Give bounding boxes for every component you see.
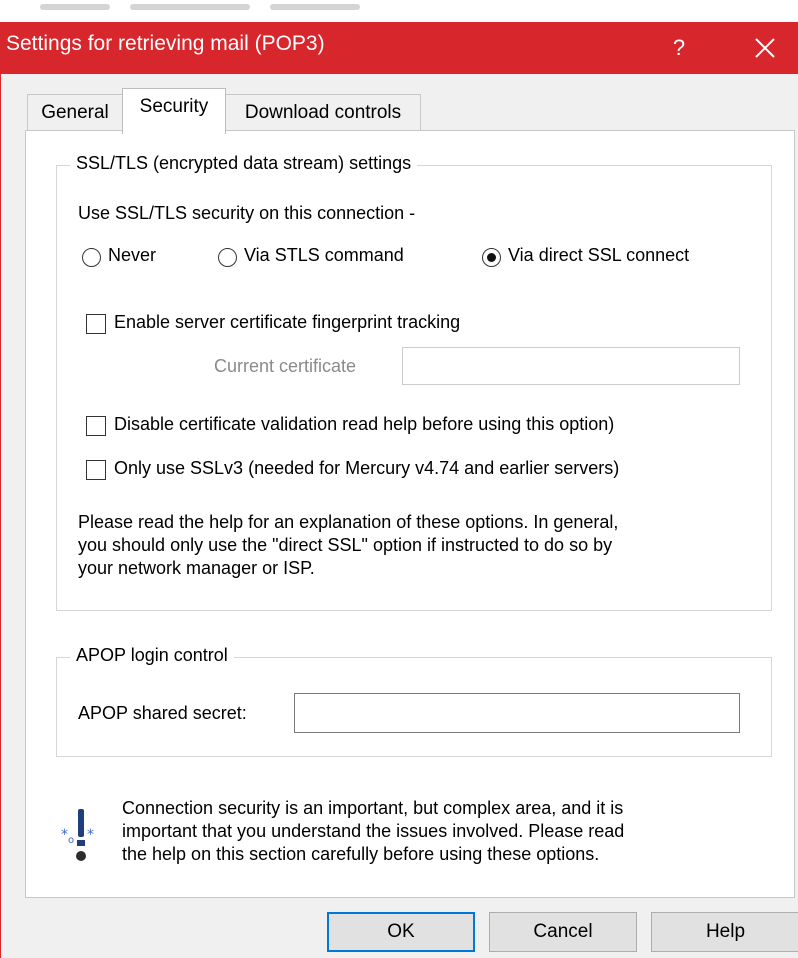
blurred-text xyxy=(40,4,110,10)
current-certificate-label: Current certificate xyxy=(214,356,357,376)
close-icon xyxy=(755,38,775,58)
apop-secret-input[interactable] xyxy=(294,693,740,733)
sslv3-only-label[interactable]: Only use SSLv3 (needed for Mercury v4.74… xyxy=(114,458,619,479)
radio-stls-circle[interactable] xyxy=(218,248,237,267)
radio-never-circle[interactable] xyxy=(82,248,101,267)
security-tab-panel: SSL/TLS (encrypted data stream) settings… xyxy=(25,130,795,898)
window-title: Settings for retrieving mail (POP3) xyxy=(6,32,325,55)
info-text: Connection security is an important, but… xyxy=(122,797,624,866)
help-button[interactable]: Help xyxy=(651,912,798,952)
blurred-text xyxy=(130,4,250,10)
ssl-prompt: Use SSL/TLS security on this connection … xyxy=(78,203,416,223)
tab-download-controls[interactable]: Download controls xyxy=(225,94,421,132)
radio-never-label[interactable]: Never xyxy=(108,245,156,266)
screenshot-root: Settings for retrieving mail (POP3) ? Ge… xyxy=(0,0,798,958)
blurred-text xyxy=(270,4,360,10)
radio-direct-ssl-circle[interactable] xyxy=(482,248,501,267)
ssl-help-text: Please read the help for an explanation … xyxy=(78,511,618,580)
close-button[interactable] xyxy=(740,30,790,66)
radio-direct-ssl-label[interactable]: Via direct SSL connect xyxy=(508,245,689,266)
dialog-body: General Security Download controls SSL/T… xyxy=(0,74,798,958)
info-line: the help on this section carefully befor… xyxy=(122,844,600,864)
tab-security[interactable]: Security xyxy=(122,88,226,134)
help-title-button[interactable]: ? xyxy=(654,30,704,66)
ssl-help-line: your network manager or ISP. xyxy=(78,558,315,578)
disable-validation-label[interactable]: Disable certificate validation read help… xyxy=(114,414,614,435)
info-line: Connection security is an important, but… xyxy=(122,798,624,818)
background-window-strip xyxy=(0,0,798,22)
cancel-button[interactable]: Cancel xyxy=(489,912,637,952)
title-bar[interactable]: Settings for retrieving mail (POP3) ? xyxy=(0,22,798,74)
ok-button[interactable]: OK xyxy=(327,912,475,952)
ssl-help-line: you should only use the "direct SSL" opt… xyxy=(78,535,613,555)
ssl-help-line: Please read the help for an explanation … xyxy=(78,512,619,532)
info-line: important that you understand the issues… xyxy=(122,821,625,841)
fingerprint-tracking-checkbox[interactable] xyxy=(86,314,106,334)
radio-stls-label[interactable]: Via STLS command xyxy=(244,245,404,266)
apop-group-label: APOP login control xyxy=(70,645,234,666)
apop-secret-label: APOP shared secret: xyxy=(78,703,247,723)
sslv3-only-checkbox[interactable] xyxy=(86,460,106,480)
tab-general[interactable]: General xyxy=(27,94,123,132)
ssl-tls-group-label: SSL/TLS (encrypted data stream) settings xyxy=(70,153,418,174)
warning-tip-icon: * o * xyxy=(60,807,100,867)
svg-text:*: * xyxy=(87,827,94,843)
svg-text:o: o xyxy=(68,835,74,846)
radio-selected-dot xyxy=(486,252,496,262)
current-certificate-field xyxy=(402,347,740,385)
fingerprint-tracking-label[interactable]: Enable server certificate fingerprint tr… xyxy=(114,312,460,333)
disable-validation-checkbox[interactable] xyxy=(86,416,106,436)
svg-text:*: * xyxy=(61,827,68,843)
